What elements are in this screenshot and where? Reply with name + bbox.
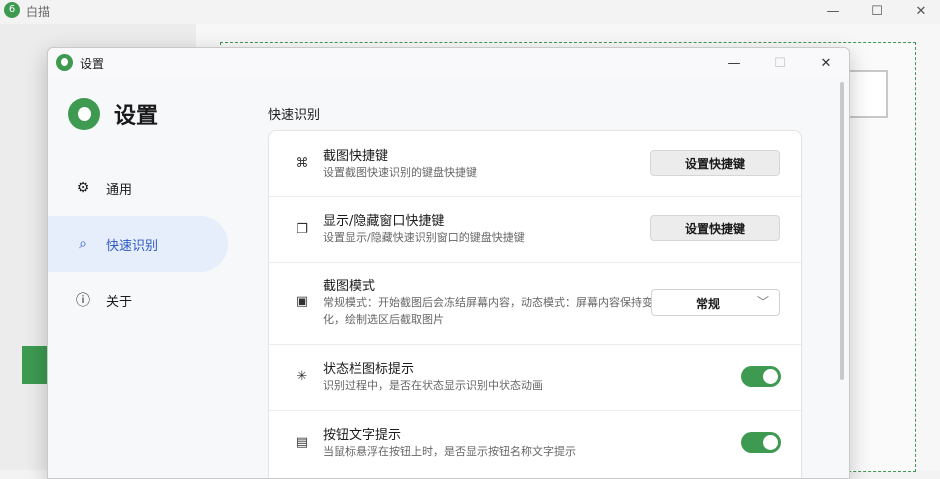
scrollbar-thumb[interactable] (840, 82, 844, 380)
dialog-maximize-button: ☐ (774, 55, 786, 71)
settings-sidebar: 设置 ⚙ 通用 ⌕ 快速识别 ⓘ 关于 (48, 78, 238, 478)
dialog-close-button[interactable]: ✕ (803, 48, 849, 78)
info-icon: ⓘ (76, 293, 90, 309)
capture-mode-select[interactable]: 常规 ﹀ (651, 289, 780, 316)
scan-doc-icon: ⌕ (79, 236, 87, 252)
canvas-shape (846, 70, 888, 118)
capture-mode-value: 常规 (695, 297, 720, 311)
setting-row-status-icon-hint: ✳ 状态栏图标提示 识别过程中，是否在状态显示识别中状态动画 (269, 344, 801, 411)
set-window-hotkey-button[interactable]: 设置快捷键 (650, 215, 780, 241)
setting-row-button-text-hint: ▤ 按钮文字提示 当鼠标悬浮在按钮上时，是否显示按钮名称文字提示 (269, 410, 801, 476)
chevron-down-icon: ﹀ (756, 295, 769, 309)
setting-title: 截图快捷键 (323, 149, 389, 164)
dialog-title: 设置 (80, 57, 105, 71)
setting-description: 识别过程中，是否在状态显示识别中状态动画 (323, 379, 543, 392)
background-accent-block (22, 346, 50, 384)
main-maximize-button[interactable]: ☐ (854, 0, 900, 22)
settings-logo-icon (68, 98, 100, 130)
sidebar-header: 设置 (68, 98, 158, 130)
main-window-title: 白描 (26, 5, 51, 19)
main-minimize-button[interactable]: — (810, 0, 856, 22)
setting-title: 显示/隐藏窗口快捷键 (323, 214, 445, 229)
sidebar-item-about[interactable]: ⓘ 关于 (48, 272, 228, 328)
setting-row-toggle-window-hotkey: ❐ 显示/隐藏窗口快捷键 设置显示/隐藏快速识别窗口的键盘快捷键 设置快捷键 (269, 196, 801, 263)
set-screenshot-hotkey-button[interactable]: 设置快捷键 (650, 150, 780, 176)
gear-icon: ⚙ (76, 180, 90, 196)
setting-row-capture-mode: ▣ 截图模式 常规模式：开始截图后会冻结屏幕内容，动态模式：屏幕内容保持变化，绘… (269, 262, 801, 345)
setting-title: 截图模式 (323, 279, 376, 294)
dialog-minimize-button[interactable]: — (711, 48, 757, 78)
command-key-icon: ⌘ (295, 155, 309, 171)
sidebar-item-label: 关于 (106, 294, 133, 310)
sidebar-item-label: 快速识别 (106, 238, 159, 254)
app-logo-icon: 6 (4, 2, 20, 18)
settings-content: 快速识别 ⌘ 截图快捷键 设置截图快速识别的键盘快捷键 设置快捷键 ❐ 显示/隐… (268, 78, 828, 478)
setting-title: 按钮文字提示 (323, 428, 402, 443)
setting-title: 状态栏图标提示 (323, 362, 415, 377)
section-title: 快速识别 (268, 108, 321, 123)
main-window-titlebar: 6 白描 — ☐ ✕ (0, 0, 940, 24)
dialog-logo-icon (56, 54, 73, 71)
settings-dialog: 设置 — ☐ ✕ 设置 ⚙ 通用 ⌕ 快速识别 ⓘ 关于 快速识别 ⌘ 截图快捷… (47, 47, 850, 479)
setting-row-screenshot-hotkey: ⌘ 截图快捷键 设置截图快速识别的键盘快捷键 设置快捷键 (269, 131, 801, 197)
sidebar-title: 设置 (114, 104, 159, 129)
dialog-titlebar: 设置 — ☐ ✕ (48, 48, 849, 78)
spinner-icon: ✳ (296, 368, 308, 384)
sidebar-item-label: 通用 (106, 182, 133, 198)
status-icon-hint-toggle[interactable] (741, 366, 781, 387)
sidebar-item-general[interactable]: ⚙ 通用 (48, 160, 228, 216)
image-icon: ▣ (295, 293, 309, 309)
message-icon: ▤ (295, 434, 309, 450)
button-text-hint-toggle[interactable] (741, 432, 781, 453)
toggle-knob (763, 435, 778, 450)
setting-description: 设置截图快速识别的键盘快捷键 (323, 166, 477, 179)
setting-description: 当鼠标悬浮在按钮上时，是否显示按钮名称文字提示 (323, 445, 576, 458)
setting-description: 设置显示/隐藏快速识别窗口的键盘快捷键 (323, 231, 525, 244)
toggle-knob (763, 369, 778, 384)
main-close-button[interactable]: ✕ (898, 0, 940, 22)
settings-card: ⌘ 截图快捷键 设置截图快速识别的键盘快捷键 设置快捷键 ❐ 显示/隐藏窗口快捷… (268, 130, 802, 478)
windows-icon: ❐ (296, 221, 308, 237)
sidebar-item-quick-recognition[interactable]: ⌕ 快速识别 (48, 216, 228, 272)
setting-description: 常规模式：开始截图后会冻结屏幕内容，动态模式：屏幕内容保持变化，绘制选区后截取图… (323, 296, 653, 326)
